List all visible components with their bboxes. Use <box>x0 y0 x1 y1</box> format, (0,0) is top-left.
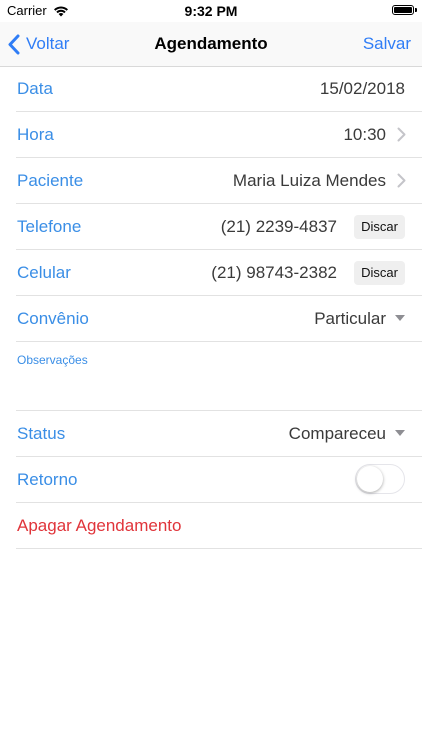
return-label: Retorno <box>17 470 78 489</box>
date-label: Data <box>17 79 53 98</box>
status-row[interactable]: Status Compareceu <box>16 411 422 457</box>
navigation-bar: Voltar Agendamento Salvar <box>0 22 422 67</box>
insurance-value: Particular <box>314 309 386 328</box>
status-bar: Carrier 9:32 PM <box>0 0 422 22</box>
notes-label: Observações <box>17 353 88 367</box>
delete-appointment-button[interactable]: Apagar Agendamento <box>17 503 181 548</box>
mobile-row: Celular (21) 98743-2382 Discar <box>16 250 422 296</box>
dropdown-caret-icon <box>395 430 405 436</box>
patient-row[interactable]: Paciente Maria Luiza Mendes <box>16 158 422 204</box>
return-row: Retorno <box>16 457 422 503</box>
battery-cap <box>415 8 417 12</box>
notes-field[interactable]: Observações <box>16 342 422 411</box>
delete-row: Apagar Agendamento <box>16 503 422 549</box>
page-title: Agendamento <box>154 34 268 53</box>
status-time: 9:32 PM <box>184 3 238 19</box>
status-value: Compareceu <box>288 424 386 443</box>
date-value: 15/02/2018 <box>319 79 405 98</box>
mobile-value: (21) 98743-2382 <box>211 263 337 282</box>
insurance-row[interactable]: Convênio Particular <box>16 296 422 342</box>
save-button[interactable]: Salvar <box>363 22 411 66</box>
phone-row: Telefone (21) 2239-4837 Discar <box>16 204 422 250</box>
battery-icon <box>392 5 414 15</box>
status-label: Status <box>17 424 66 443</box>
return-toggle[interactable] <box>355 464 405 494</box>
dial-phone-button[interactable]: Discar <box>354 215 405 239</box>
time-row[interactable]: Hora 10:30 <box>16 112 422 158</box>
time-value: 10:30 <box>343 125 386 144</box>
chevron-right-icon <box>397 127 406 142</box>
toggle-knob <box>357 466 383 492</box>
insurance-label: Convênio <box>17 309 89 328</box>
dropdown-caret-icon <box>395 315 405 321</box>
time-label: Hora <box>17 125 54 144</box>
patient-label: Paciente <box>17 171 84 190</box>
appointment-form: Data 15/02/2018 Hora 10:30 Paciente Mari… <box>0 66 422 549</box>
dial-mobile-button[interactable]: Discar <box>354 261 405 285</box>
date-row[interactable]: Data 15/02/2018 <box>16 66 422 112</box>
patient-value: Maria Luiza Mendes <box>232 171 386 190</box>
phone-value: (21) 2239-4837 <box>220 217 337 236</box>
phone-label: Telefone <box>17 217 82 236</box>
chevron-right-icon <box>397 173 406 188</box>
mobile-label: Celular <box>17 263 71 282</box>
